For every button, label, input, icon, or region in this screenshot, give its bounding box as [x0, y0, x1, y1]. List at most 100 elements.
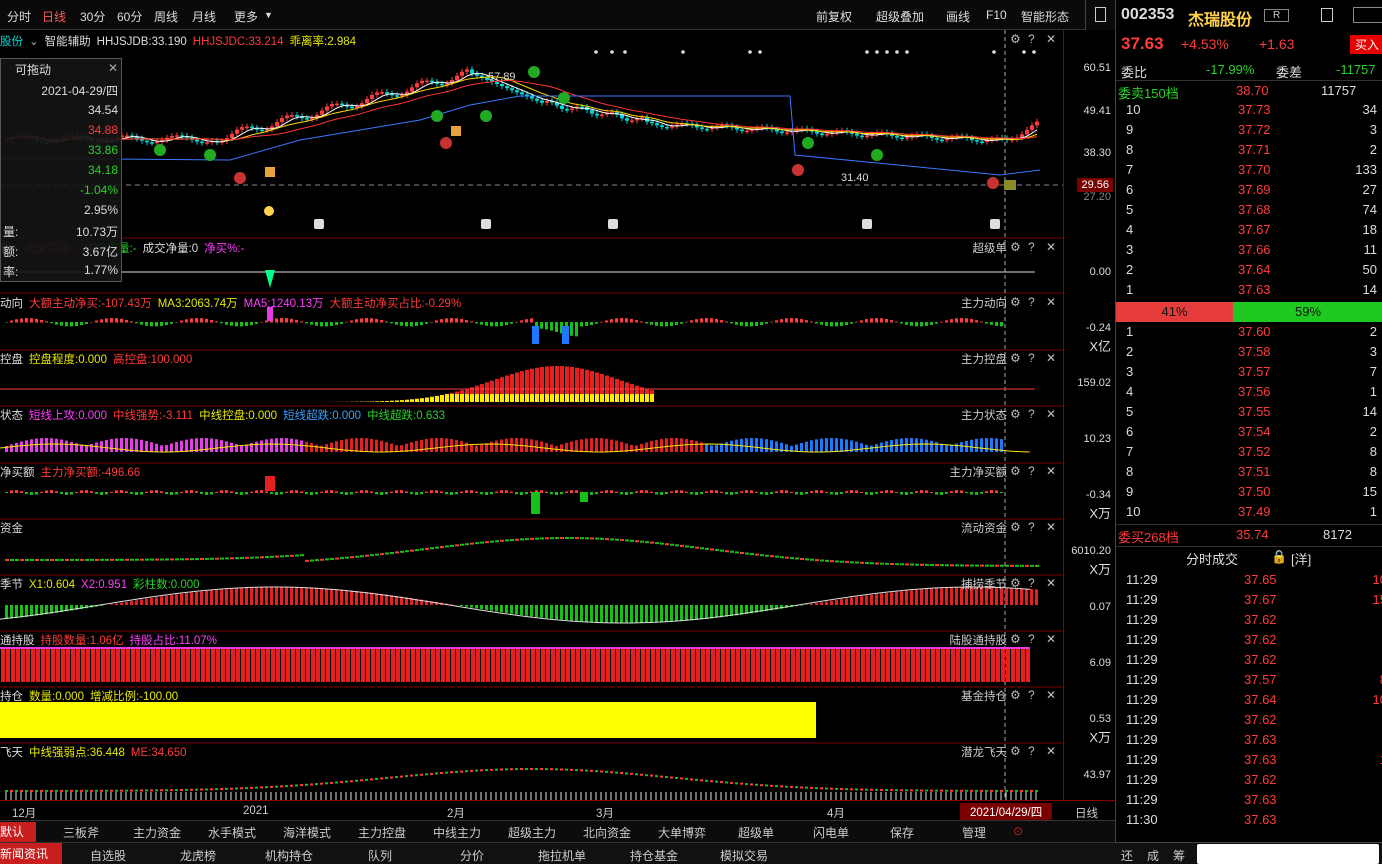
- gear-icon[interactable]: ⚙: [1010, 576, 1021, 590]
- template-tab[interactable]: 大单博弈: [658, 824, 706, 841]
- help-icon[interactable]: ?: [1028, 744, 1035, 758]
- indicator-name[interactable]: 主力控盘: [961, 351, 1007, 367]
- info-tab[interactable]: 模拟交易: [720, 847, 768, 864]
- template-tab[interactable]: 三板斧: [63, 824, 99, 841]
- crosshair-info-box[interactable]: 可拖动 ✕ 2021-04-29/四 34.54 34.88 33.86 34.18 -1…: [0, 58, 122, 282]
- close-icon[interactable]: ✕: [1046, 520, 1056, 534]
- toolbar-item[interactable]: F10: [986, 8, 1007, 22]
- gear-icon[interactable]: ⚙: [1010, 688, 1021, 702]
- close-icon[interactable]: ✕: [1046, 407, 1056, 421]
- close-icon[interactable]: ✕: [1046, 744, 1056, 758]
- toolbar-item[interactable]: 前复权: [816, 8, 852, 25]
- info-tab[interactable]: 机构持仓: [265, 847, 313, 864]
- indicator-name[interactable]: 主力状态: [961, 407, 1007, 423]
- help-icon[interactable]: ?: [1028, 240, 1035, 254]
- help-icon[interactable]: ?: [1028, 520, 1035, 534]
- template-tab[interactable]: 管理: [962, 824, 986, 841]
- period-tab[interactable]: 月线: [192, 8, 216, 25]
- period-tab[interactable]: 分时: [7, 8, 31, 25]
- y-axis-label: 0.07: [1089, 601, 1111, 613]
- tab-cheng[interactable]: 成: [1147, 847, 1159, 864]
- tab-huan[interactable]: 还: [1121, 847, 1133, 864]
- indicator-name[interactable]: 主力净买额: [950, 464, 1008, 480]
- info-tab[interactable]: 队列: [368, 847, 392, 864]
- template-tab[interactable]: 闪电单: [813, 824, 849, 841]
- template-tab[interactable]: 海洋模式: [283, 824, 331, 841]
- close-icon[interactable]: ✕: [1046, 688, 1056, 702]
- ticks-detail[interactable]: [洋]: [1291, 549, 1311, 568]
- gear-icon[interactable]: ⚙: [1010, 464, 1021, 478]
- close-icon[interactable]: ✕: [1046, 576, 1056, 590]
- help-icon[interactable]: ?: [1028, 407, 1035, 421]
- close-icon[interactable]: ✕: [108, 61, 118, 75]
- menu-button[interactable]: [1353, 7, 1382, 23]
- help-icon[interactable]: ?: [1028, 576, 1035, 590]
- lock-icon[interactable]: 🔒: [1271, 549, 1287, 565]
- template-tab[interactable]: 主力控盘: [358, 824, 406, 841]
- close-icon[interactable]: ✕: [1046, 240, 1056, 254]
- gear-icon[interactable]: ⚙: [1010, 32, 1021, 46]
- help-icon[interactable]: ?: [1028, 688, 1035, 702]
- help-icon[interactable]: ?: [1028, 351, 1035, 365]
- period-tab[interactable]: 更多: [234, 8, 258, 25]
- template-tab[interactable]: 超级主力: [508, 824, 556, 841]
- help-icon[interactable]: ?: [1028, 32, 1035, 46]
- close-icon[interactable]: ✕: [1046, 351, 1056, 365]
- template-tab[interactable]: 默认: [0, 822, 37, 842]
- help-icon[interactable]: ?: [1028, 295, 1035, 309]
- period-tab[interactable]: 日线: [42, 8, 66, 25]
- level: 10: [1126, 102, 1141, 117]
- help-icon[interactable]: ?: [1028, 464, 1035, 478]
- info-tab[interactable]: 龙虎榜: [180, 847, 216, 864]
- gear-icon[interactable]: ⚙: [1010, 351, 1021, 365]
- help-icon[interactable]: ?: [1028, 632, 1035, 646]
- collapse-icon[interactable]: ⊙: [1013, 824, 1023, 838]
- indicator-name[interactable]: 潜龙飞天: [961, 744, 1007, 760]
- gear-icon[interactable]: ⚙: [1010, 407, 1021, 421]
- toolbar-item[interactable]: 画线: [946, 8, 970, 25]
- indicator-name[interactable]: 流动资金: [961, 520, 1007, 536]
- template-tab[interactable]: 主力资金: [133, 824, 181, 841]
- info-tab[interactable]: 自选股: [90, 847, 126, 864]
- info-tab[interactable]: 拖拉机单: [538, 847, 586, 864]
- toolbar-item[interactable]: 智能形态: [1021, 8, 1069, 25]
- panel-toggle[interactable]: [1085, 0, 1115, 30]
- period-tab[interactable]: 60分: [117, 8, 142, 25]
- assist-tool[interactable]: 智能辅助: [45, 36, 91, 48]
- info-tab[interactable]: 持仓基金: [630, 847, 678, 864]
- period-tab[interactable]: 周线: [154, 8, 178, 25]
- level: 1: [1126, 282, 1134, 297]
- gear-icon[interactable]: ⚙: [1010, 744, 1021, 758]
- chevron-down-icon[interactable]: ⌄: [29, 36, 39, 48]
- buy-button[interactable]: 买入: [1350, 35, 1382, 54]
- close-icon[interactable]: ✕: [1046, 632, 1056, 646]
- close-icon[interactable]: ✕: [1046, 464, 1056, 478]
- gear-icon[interactable]: ⚙: [1010, 632, 1021, 646]
- order-book-row: 2 37.58 3: [1116, 342, 1382, 362]
- y-axis-label: 10.23: [1083, 433, 1111, 445]
- indicator-name[interactable]: 陆股通持股: [950, 632, 1008, 648]
- gear-icon[interactable]: ⚙: [1010, 240, 1021, 254]
- bookmark-icon[interactable]: [1321, 8, 1333, 22]
- template-tab[interactable]: 保存: [890, 824, 914, 841]
- template-tab[interactable]: 中线主力: [433, 824, 481, 841]
- close-icon[interactable]: ✕: [1046, 32, 1056, 46]
- template-tab[interactable]: 超级单: [738, 824, 774, 841]
- indicator-name[interactable]: 捕捞季节: [961, 576, 1007, 592]
- template-tab[interactable]: 水手模式: [208, 824, 256, 841]
- info-row: 额: 3.67亿: [1, 243, 121, 263]
- period-tab[interactable]: 30分: [80, 8, 105, 25]
- tab-chou[interactable]: 筹: [1173, 847, 1185, 864]
- close-icon[interactable]: ✕: [1046, 295, 1056, 309]
- ime-toolbar[interactable]: [1197, 844, 1379, 864]
- tick-price: 37.62: [1244, 772, 1277, 787]
- toolbar-item[interactable]: 超级叠加: [876, 8, 924, 25]
- gear-icon[interactable]: ⚙: [1010, 520, 1021, 534]
- template-tab[interactable]: 北向资金: [583, 824, 631, 841]
- info-tab[interactable]: 新闻资讯: [0, 843, 63, 864]
- gear-icon[interactable]: ⚙: [1010, 295, 1021, 309]
- indicator-name[interactable]: 主力动向: [961, 295, 1007, 311]
- info-tab[interactable]: 分价: [460, 847, 484, 864]
- indicator-name[interactable]: 基金持仓: [961, 688, 1007, 704]
- indicator-name[interactable]: 超级单: [973, 240, 1008, 256]
